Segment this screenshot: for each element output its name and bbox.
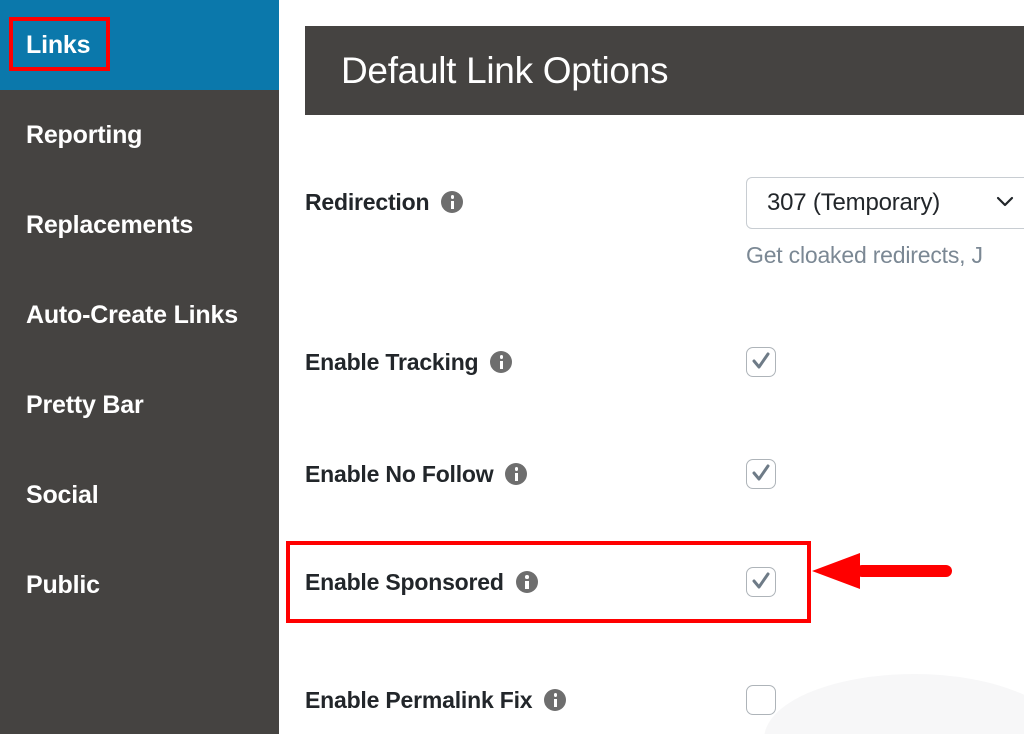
sidebar-item-label: Pretty Bar (26, 390, 144, 419)
redirection-label-group: Redirection (305, 172, 464, 232)
option-label-text: Redirection (305, 188, 430, 215)
enable-permalink-fix-label-group: Enable Permalink Fix (305, 670, 567, 730)
sidebar-item-label: Social (26, 480, 99, 509)
option-row-enable-sponsored: Enable Sponsored (279, 552, 1024, 612)
enable-permalink-fix-control (746, 670, 776, 730)
option-label-text: Enable No Follow (305, 460, 494, 487)
option-label-text: Enable Tracking (305, 348, 479, 375)
sidebar-item-pretty-bar[interactable]: Pretty Bar (0, 360, 279, 450)
info-icon[interactable] (515, 571, 538, 593)
sidebar-item-label: Auto-Create Links (26, 300, 238, 329)
option-row-enable-tracking: Enable Tracking (279, 332, 1024, 392)
sidebar-item-label: Replacements (26, 210, 194, 239)
option-row-enable-no-follow: Enable No Follow (279, 444, 1024, 504)
redirection-help-text: Get cloaked redirects, J (746, 242, 983, 268)
option-row-enable-permalink-fix: Enable Permalink Fix (279, 670, 1024, 730)
enable-sponsored-checkbox[interactable] (746, 567, 776, 597)
enable-tracking-control (746, 332, 776, 392)
info-icon[interactable] (441, 191, 464, 213)
enable-no-follow-label-group: Enable No Follow (305, 444, 528, 504)
sidebar-item-reporting[interactable]: Reporting (0, 90, 279, 180)
option-label-text: Enable Permalink Fix (305, 686, 533, 713)
redirection-select-value: 307 (Temporary) (767, 189, 941, 216)
main-content: Default Link Options Redirection 307 (Te… (279, 0, 1024, 734)
enable-no-follow-checkbox[interactable] (746, 459, 776, 489)
enable-tracking-checkbox[interactable] (746, 347, 776, 377)
enable-no-follow-control (746, 444, 776, 504)
info-icon[interactable] (505, 463, 528, 485)
sidebar-item-label: Public (26, 570, 100, 599)
sidebar-item-label: Links (26, 30, 91, 59)
check-icon (752, 464, 770, 481)
enable-permalink-fix-checkbox[interactable] (746, 685, 776, 715)
redirection-select[interactable]: 307 (Temporary) (746, 177, 1024, 229)
info-icon[interactable] (544, 689, 567, 711)
sidebar-item-replacements[interactable]: Replacements (0, 180, 279, 270)
check-icon (752, 572, 770, 589)
enable-tracking-label-group: Enable Tracking (305, 332, 513, 392)
enable-sponsored-label-group: Enable Sponsored (305, 552, 538, 612)
chevron-down-icon (993, 189, 1017, 218)
sidebar-item-auto-create-links[interactable]: Auto-Create Links (0, 270, 279, 360)
enable-sponsored-control (746, 552, 776, 612)
option-row-redirection: Redirection 307 (Temporary) Get cloaked … (279, 172, 1024, 268)
page-title: Default Link Options (341, 50, 669, 91)
app-root: Links Reporting Replacements Auto-Create… (0, 0, 1024, 734)
sidebar-item-links[interactable]: Links (0, 0, 279, 90)
sidebar: Links Reporting Replacements Auto-Create… (0, 0, 279, 734)
check-icon (752, 352, 770, 369)
sidebar-item-social[interactable]: Social (0, 450, 279, 540)
sidebar-item-public[interactable]: Public (0, 540, 279, 630)
option-label-text: Enable Sponsored (305, 568, 504, 595)
info-icon[interactable] (490, 351, 513, 373)
sidebar-item-label: Reporting (26, 120, 143, 149)
page-header: Default Link Options (305, 26, 1024, 115)
